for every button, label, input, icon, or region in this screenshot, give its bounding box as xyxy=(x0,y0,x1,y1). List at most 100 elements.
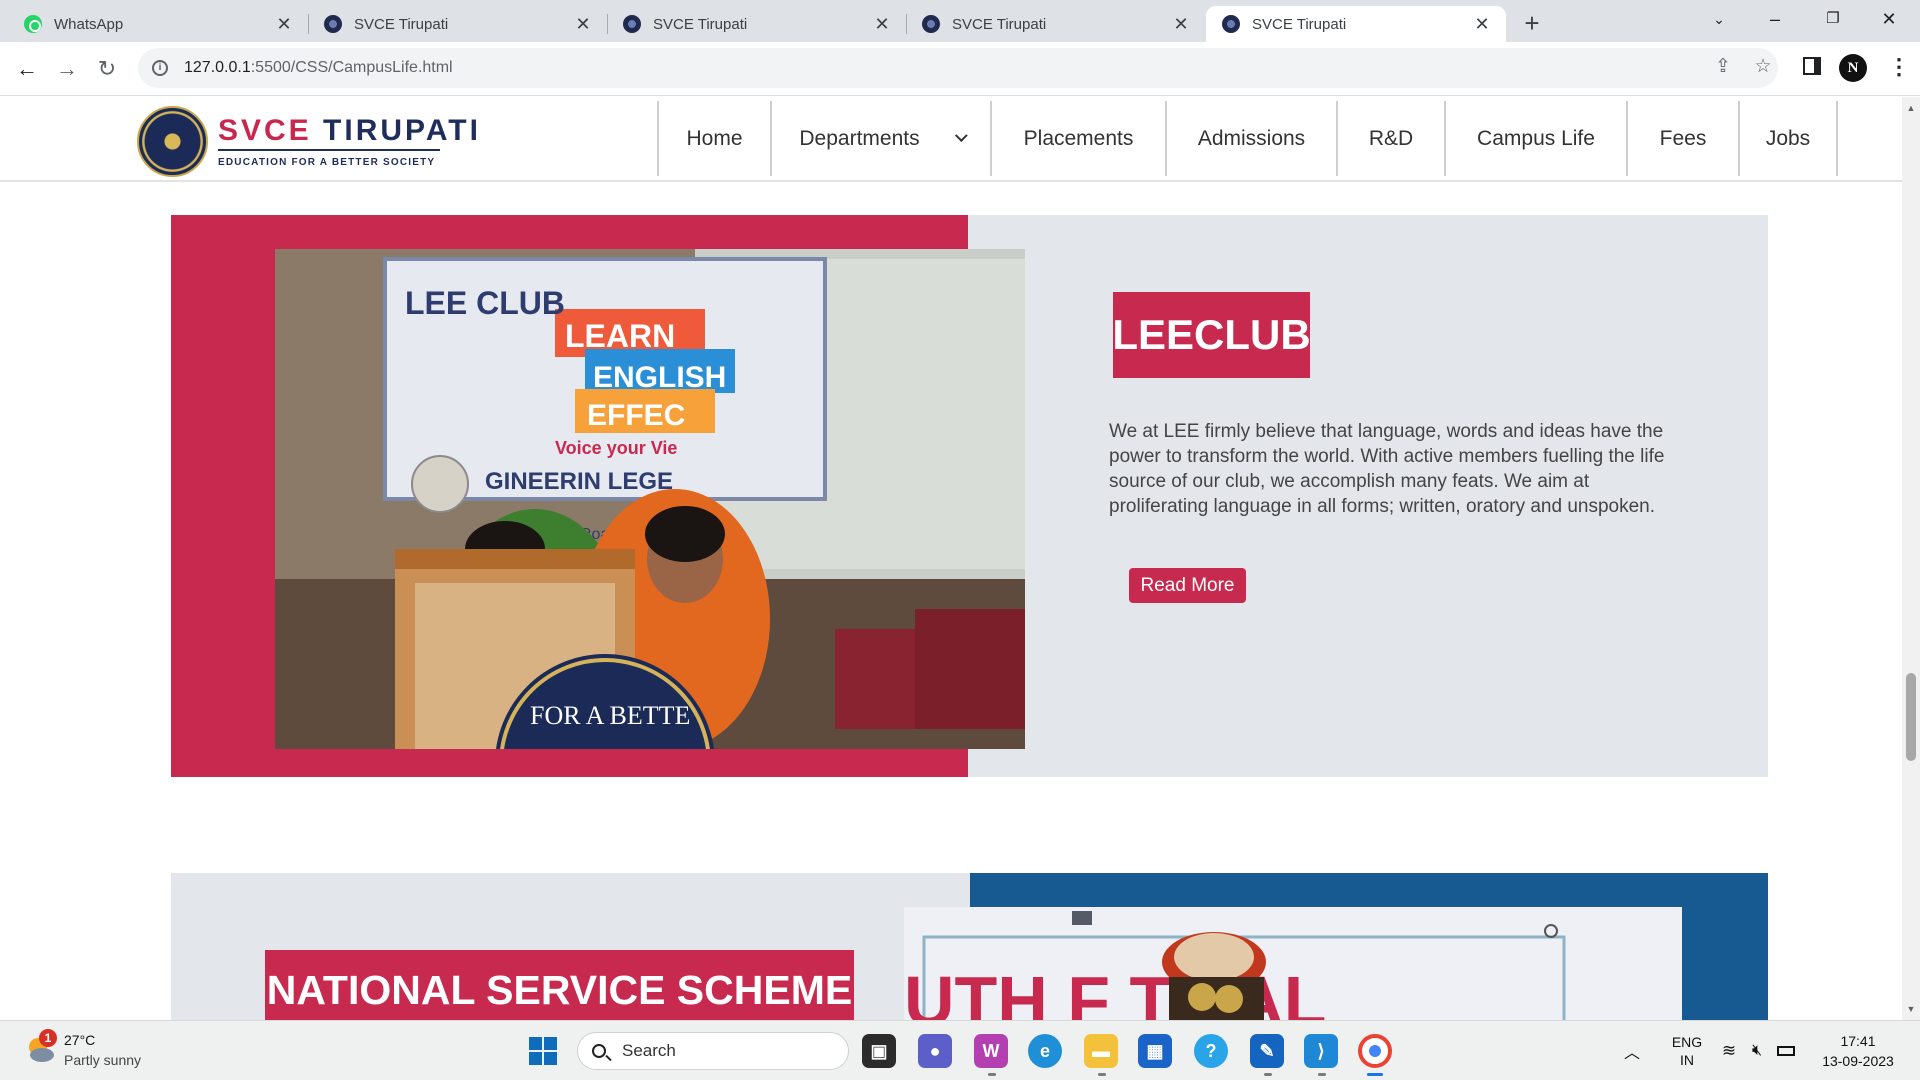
window-close-icon[interactable]: ✕ xyxy=(1866,4,1912,34)
nss-photo-art: UTH F TIVAL xyxy=(904,907,1682,1020)
tab-title: SVCE Tirupati xyxy=(653,15,748,33)
more-menu-icon[interactable]: ⋮ xyxy=(1888,52,1910,82)
weather-description[interactable]: Partly sunny xyxy=(64,1052,141,1068)
close-icon[interactable]: ✕ xyxy=(872,14,892,35)
scroll-down-icon[interactable]: ▼ xyxy=(1902,1002,1920,1016)
browser-tab-strip: WhatsApp ✕ SVCE Tirupati ✕ SVCE Tirupati… xyxy=(0,0,1920,42)
chrome-center-dot xyxy=(1369,1045,1381,1057)
photo-effec-text: EFFEC xyxy=(587,399,685,432)
reload-icon[interactable]: ↻ xyxy=(90,52,124,86)
site-info-icon[interactable]: i xyxy=(152,60,168,76)
quick-assist-icon[interactable]: ✎ xyxy=(1250,1034,1284,1068)
task-view-icon[interactable]: ▣ xyxy=(862,1034,896,1068)
college-seal-logo[interactable] xyxy=(137,106,208,177)
tab-title: WhatsApp xyxy=(54,15,124,33)
file-explorer-icon[interactable]: ▬ xyxy=(1084,1034,1118,1068)
share-icon[interactable]: ⇪ xyxy=(1708,52,1738,82)
close-icon[interactable]: ✕ xyxy=(1472,14,1492,35)
running-indicator xyxy=(988,1073,996,1076)
whiteboard-app-icon[interactable]: W xyxy=(974,1034,1008,1068)
lee-club-description: We at LEE firmly believe that language, … xyxy=(1109,421,1665,517)
site-header: SVCE TIRUPATI EDUCATION FOR A BETTER SOC… xyxy=(0,97,1902,182)
restore-icon[interactable]: ❐ xyxy=(1810,4,1856,34)
vscode-icon[interactable]: ⟩ xyxy=(1304,1034,1338,1068)
read-more-button[interactable]: Read More xyxy=(1129,568,1246,603)
svce-favicon xyxy=(1222,15,1240,33)
side-panel-icon[interactable] xyxy=(1803,57,1821,75)
search-icon xyxy=(592,1044,606,1058)
page-scrollbar[interactable]: ▲ ▼ xyxy=(1902,97,1920,1020)
back-icon[interactable]: ← xyxy=(10,52,44,86)
nav-item-departments[interactable]: Departments xyxy=(772,101,992,176)
profile-avatar[interactable]: N xyxy=(1839,54,1867,82)
tab-search-chevron-icon[interactable]: ⌄ xyxy=(1696,4,1742,34)
address-bar[interactable]: i 127.0.0.1:5500/CSS/CampusLife.html xyxy=(138,48,1778,88)
tab-svce-active[interactable]: SVCE Tirupati ✕ xyxy=(1206,6,1506,42)
microsoft-store-icon[interactable]: ▦ xyxy=(1138,1034,1172,1068)
get-help-icon[interactable]: ? xyxy=(1194,1034,1228,1068)
lee-club-photo-art: LEE CLUB LEARN ENGLISH EFFEC Voice your … xyxy=(275,249,1025,749)
tab-whatsapp[interactable]: WhatsApp ✕ xyxy=(8,6,308,42)
wifi-icon[interactable]: ≋ xyxy=(1716,1021,1742,1080)
tab-svce-2[interactable]: SVCE Tirupati ✕ xyxy=(607,6,906,42)
edge-browser-icon[interactable]: e xyxy=(1028,1034,1062,1068)
tab-svce-1[interactable]: SVCE Tirupati ✕ xyxy=(308,6,607,42)
new-tab-icon[interactable]: + xyxy=(1516,8,1548,40)
nav-item-admissions[interactable]: Admissions xyxy=(1167,101,1338,176)
input-language-indicator[interactable]: ENG IN xyxy=(1664,1021,1710,1080)
whatsapp-icon xyxy=(24,15,42,33)
bookmark-star-icon[interactable]: ☆ xyxy=(1748,52,1778,82)
volume-muted-icon[interactable]: 🔇︎ xyxy=(1744,1021,1770,1080)
forward-icon[interactable]: → xyxy=(50,52,84,86)
minimize-icon[interactable]: – xyxy=(1752,4,1798,34)
tab-svce-3[interactable]: SVCE Tirupati ✕ xyxy=(906,6,1205,42)
scrollbar-thumb[interactable] xyxy=(1906,673,1916,761)
language-bottom: IN xyxy=(1680,1052,1694,1068)
lee-club-photo: LEE CLUB LEARN ENGLISH EFFEC Voice your … xyxy=(275,249,1025,749)
photo-college-text: GINEERIN LEGE xyxy=(485,468,673,495)
site-logo-title[interactable]: SVCE TIRUPATI xyxy=(218,114,481,148)
nav-item-home[interactable]: Home xyxy=(659,101,772,176)
photo-learn-text: LEARN xyxy=(565,318,675,354)
weather-temperature[interactable]: 27°C xyxy=(64,1032,95,1048)
browser-toolbar: ← → ↻ i 127.0.0.1:5500/CSS/CampusLife.ht… xyxy=(0,42,1920,96)
nav-item-jobs[interactable]: Jobs xyxy=(1740,101,1838,176)
url-text[interactable]: 127.0.0.1:5500/CSS/CampusLife.html xyxy=(184,59,453,77)
logo-tagline: EDUCATION FOR A BETTER SOCIETY xyxy=(218,157,436,168)
close-icon[interactable]: ✕ xyxy=(1171,14,1191,35)
battery-icon[interactable] xyxy=(1772,1021,1800,1080)
close-icon[interactable]: ✕ xyxy=(573,14,593,35)
nav-item-rnd[interactable]: R&D xyxy=(1338,101,1446,176)
nss-photo: UTH F TIVAL xyxy=(904,907,1682,1020)
logo-name-part2: TIRUPATI xyxy=(323,114,481,147)
clock-time: 17:41 xyxy=(1840,1033,1876,1049)
windows-start-icon[interactable] xyxy=(528,1036,558,1066)
nav-item-placements[interactable]: Placements xyxy=(992,101,1167,176)
main-nav: Home Departments Placements Admissions R… xyxy=(657,101,1838,176)
url-path: :5500/CSS/CampusLife.html xyxy=(250,59,453,76)
show-hidden-icons-chevron-icon[interactable]: ︿ xyxy=(1620,1021,1644,1080)
photo-seal-text: FOR A BETTE xyxy=(530,701,690,730)
nav-item-fees[interactable]: Fees xyxy=(1628,101,1740,176)
logo-name-part1: SVCE xyxy=(218,114,312,147)
chrome-browser-icon[interactable] xyxy=(1358,1034,1392,1068)
taskbar: 1 27°C Partly sunny Search ▣ ● W e ▬ ▦ ?… xyxy=(0,1020,1920,1080)
teams-chat-icon[interactable]: ● xyxy=(918,1034,952,1068)
tab-title: SVCE Tirupati xyxy=(952,15,1047,33)
photo-english-text: ENGLISH xyxy=(593,361,726,394)
photo-voice-text: Voice your Vie xyxy=(555,438,677,458)
clock[interactable]: 17:41 13-09-2023 xyxy=(1812,1021,1904,1080)
photo-banner-text: LEE CLUB xyxy=(405,285,565,321)
scroll-up-icon[interactable]: ▲ xyxy=(1902,101,1920,115)
svce-favicon xyxy=(922,15,940,33)
taskbar-search-box[interactable]: Search xyxy=(577,1032,849,1070)
nav-item-campus-life[interactable]: Campus Life xyxy=(1446,101,1628,176)
svce-favicon xyxy=(623,15,641,33)
url-host: 127.0.0.1 xyxy=(184,59,251,76)
close-icon[interactable]: ✕ xyxy=(274,14,294,35)
taskbar-search-label: Search xyxy=(622,1041,676,1060)
running-indicator xyxy=(1098,1073,1106,1076)
battery-body xyxy=(1777,1046,1795,1056)
svce-favicon xyxy=(324,15,342,33)
tab-title: SVCE Tirupati xyxy=(354,15,449,33)
